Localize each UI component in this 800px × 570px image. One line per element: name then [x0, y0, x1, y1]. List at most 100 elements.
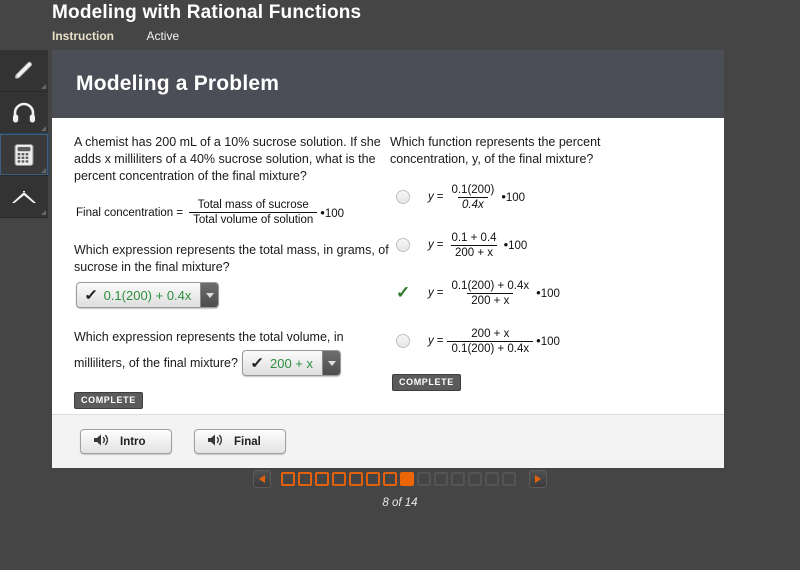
choice-2-fraction: 0.1 + 0.4 200 + x — [447, 232, 500, 259]
page-indicator-3[interactable] — [315, 472, 329, 486]
choice-2-multiplier-value: 100 — [508, 240, 528, 252]
choice-3-multiplier-value: 100 — [540, 288, 560, 300]
function-question-line2: concentration, y, of the final mixture? — [390, 152, 594, 166]
prev-page-button[interactable] — [253, 470, 271, 488]
formula-multiplier: •100 — [320, 206, 344, 220]
header-tabs: Instruction Active — [52, 29, 207, 47]
page-indicator-7[interactable] — [383, 472, 397, 486]
formula-lhs: Final concentration = — [76, 206, 184, 219]
speaker-icon — [93, 433, 110, 450]
page-indicator-1[interactable] — [281, 472, 295, 486]
choice-2-denominator: 200 + x — [450, 244, 498, 259]
choice-3-equals: = — [436, 287, 444, 299]
tool-pencil[interactable] — [0, 50, 48, 92]
chevron-up-icon — [9, 186, 39, 208]
audio-button-final[interactable]: Final — [194, 429, 286, 454]
chevron-down-icon[interactable] — [200, 283, 219, 307]
tool-calculator[interactable] — [0, 133, 49, 177]
choice-equation-4: y = 200 + x 0.1(200) + 0.4x •100 — [428, 328, 560, 355]
choice-option-1[interactable]: y = 0.1(200) 0.4x •100 — [390, 176, 710, 218]
tool-rail — [0, 50, 49, 218]
answer-dropdown-value-wrap: ✓ 200 + x — [243, 351, 322, 375]
choice-4-denominator: 0.1(200) + 0.4x — [447, 340, 534, 355]
formula-fraction: Total mass of sucrose Total volume of so… — [189, 199, 318, 226]
left-column: A chemist has 200 mL of a 10% sucrose so… — [74, 134, 392, 410]
tool-corner-marker — [41, 84, 46, 89]
choice-equation-3: y = 0.1(200) + 0.4x 200 + x •100 — [428, 280, 560, 307]
choice-option-4[interactable]: y = 200 + x 0.1(200) + 0.4x •100 — [390, 320, 710, 362]
formula-denominator: Total volume of solution — [189, 212, 318, 226]
tab-instruction[interactable]: Instruction — [52, 29, 114, 43]
answer-dropdown-value: 200 + x — [269, 355, 313, 371]
choice-3-denominator: 200 + x — [467, 292, 514, 307]
tab-active[interactable]: Active — [146, 29, 179, 43]
page-indicator-2[interactable] — [298, 472, 312, 486]
speaker-icon — [207, 433, 224, 450]
choice-2-lhs: y — [428, 239, 434, 251]
page-indicator-11[interactable] — [451, 472, 465, 486]
choice-equation-2: y = 0.1 + 0.4 200 + x •100 — [428, 232, 527, 259]
lesson-card: Modeling a Problem A chemist has 200 mL … — [52, 50, 724, 468]
status-badge-complete-right: COMPLETE — [392, 374, 461, 391]
page-indicator-4[interactable] — [332, 472, 346, 486]
page-indicator-5[interactable] — [349, 472, 363, 486]
tool-audio[interactable] — [0, 92, 48, 134]
answer-dropdown-value-wrap: ✓ 0.1(200) + 0.4x — [77, 283, 200, 307]
audio-button-intro[interactable]: Intro — [80, 429, 172, 454]
choice-1-fraction: 0.1(200) 0.4x — [447, 184, 498, 211]
question-total-volume-block: Which expression represents the total vo… — [74, 324, 392, 376]
choice-2-equals: = — [436, 239, 444, 251]
lesson-viewer: Modeling with Rational Functions Instruc… — [0, 0, 800, 570]
check-icon: ✓ — [84, 287, 99, 304]
radio-button-1[interactable] — [396, 190, 410, 204]
formula-multiplier-value: 100 — [324, 207, 345, 220]
right-column: Which function represents the percent co… — [390, 134, 710, 391]
radio-button-4[interactable] — [396, 334, 410, 348]
formula-numerator: Total mass of sucrose — [197, 199, 309, 211]
choice-4-lhs: y — [428, 335, 434, 347]
choice-1-denominator: 0.4x — [458, 196, 488, 211]
choice-option-2[interactable]: y = 0.1 + 0.4 200 + x •100 — [390, 224, 710, 266]
choice-1-lhs: y — [428, 191, 434, 203]
pagination-row — [247, 470, 553, 488]
page-indicator-8[interactable] — [400, 472, 414, 486]
check-icon-correct-answer[interactable]: ✓ — [396, 284, 410, 301]
triangle-left-icon — [259, 475, 265, 483]
final-concentration-formula: Final concentration = Total mass of sucr… — [76, 199, 392, 226]
tool-collapse[interactable] — [0, 176, 48, 218]
headphones-icon — [11, 101, 37, 125]
card-header: Modeling a Problem — [52, 50, 724, 118]
pagination: 8 of 14 — [0, 470, 800, 530]
tool-corner-marker — [41, 168, 46, 173]
triangle-right-icon — [535, 475, 541, 483]
page-indicator-9[interactable] — [417, 472, 431, 486]
answer-dropdown-total-mass[interactable]: ✓ 0.1(200) + 0.4x — [76, 282, 220, 308]
status-badge-complete-left: COMPLETE — [74, 392, 143, 410]
chevron-down-icon[interactable] — [322, 351, 340, 375]
calculator-icon — [12, 142, 36, 168]
tool-corner-marker — [41, 126, 46, 131]
page-header: Modeling with Rational Functions Instruc… — [0, 0, 800, 50]
choice-option-3[interactable]: ✓ y = 0.1(200) + 0.4x 200 + x •100 — [390, 272, 710, 314]
page-indicator-6[interactable] — [366, 472, 380, 486]
audio-button-intro-label: Intro — [120, 435, 146, 448]
page-indicator-14[interactable] — [502, 472, 516, 486]
next-page-button[interactable] — [529, 470, 547, 488]
choice-1-equals: = — [436, 191, 444, 203]
choice-1-multiplier-value: 100 — [505, 192, 526, 204]
page-indicator-12[interactable] — [468, 472, 482, 486]
choice-4-multiplier: •100 — [536, 334, 560, 348]
choice-1-multiplier: •100 — [501, 190, 525, 204]
question-total-mass: Which expression represents the total ma… — [74, 243, 389, 274]
choice-3-numerator: 0.1(200) + 0.4x — [451, 279, 530, 292]
page-counter-label: 8 of 14 — [382, 497, 418, 509]
choice-4-numerator: 200 + x — [471, 327, 510, 340]
card-body: A chemist has 200 mL of a 10% sucrose so… — [52, 118, 724, 414]
choice-equation-1: y = 0.1(200) 0.4x •100 — [428, 184, 525, 211]
answer-dropdown-total-volume[interactable]: ✓ 200 + x — [242, 350, 341, 376]
check-icon: ✓ — [250, 355, 265, 372]
page-indicator-13[interactable] — [485, 472, 499, 486]
page-indicator-10[interactable] — [434, 472, 448, 486]
radio-button-2[interactable] — [396, 238, 410, 252]
choice-2-multiplier: •100 — [504, 238, 528, 252]
